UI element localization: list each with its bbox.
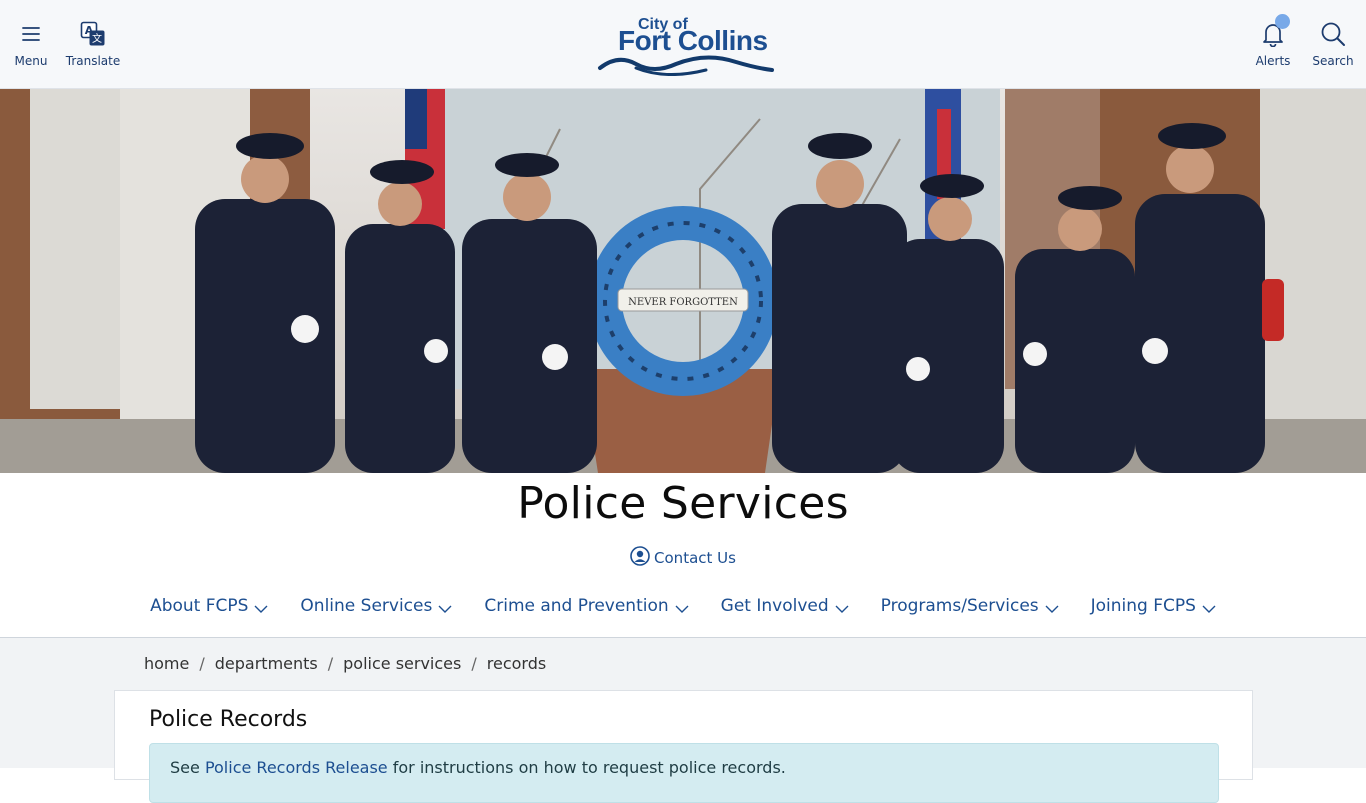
chevron-down-icon [835,599,849,619]
nav-item-get-involved[interactable]: Get Involved [705,590,865,637]
top-bar: Menu A 文 Translate City of Fort Collins [0,0,1366,89]
nav-item-joining-fcps[interactable]: Joining FCPS [1075,590,1232,637]
nav-item-programs-services[interactable]: Programs/Services [865,590,1075,637]
contact-us-label: Contact Us [654,549,736,567]
bell-icon [1262,14,1290,48]
info-alert: See Police Records Release for instructi… [149,743,1219,803]
nav-item-label: About FCPS [150,596,249,616]
nav-item-label: Joining FCPS [1090,596,1196,616]
svg-text:Fort Collins: Fort Collins [618,25,768,56]
section-nav: About FCPS Online Services Crime and Pre… [0,590,1366,638]
menu-label: Menu [14,54,48,68]
fort-collins-logo[interactable]: City of Fort Collins [596,10,780,77]
chevron-down-icon [1202,599,1216,619]
card-title: Police Records [149,707,308,732]
menu-icon [22,20,40,48]
search-icon [1320,20,1346,48]
nav-item-label: Crime and Prevention [484,596,669,616]
contact-us-link[interactable]: Contact Us [0,546,1366,570]
translate-button[interactable]: A 文 Translate [64,20,122,68]
svg-text:文: 文 [92,32,102,45]
chevron-down-icon [675,599,689,619]
nav-item-about-fcps[interactable]: About FCPS [134,590,284,637]
page-title: Police Services [517,478,849,529]
records-card: Police Records See Police Records Releas… [114,690,1253,803]
nav-item-label: Get Involved [720,596,829,616]
alerts-label: Alerts [1255,54,1291,68]
breadcrumb-current: records [486,654,547,673]
breadcrumb-police-services[interactable]: police services [343,654,461,673]
breadcrumb-separator: / [471,654,477,673]
nav-item-label: Programs/Services [880,596,1039,616]
breadcrumb: home / departments / police services / r… [144,654,546,673]
nav-item-crime-and-prevention[interactable]: Crime and Prevention [468,590,704,637]
search-label: Search [1312,54,1354,68]
menu-button[interactable]: Menu [12,20,50,68]
breadcrumb-home[interactable]: home [144,654,189,673]
breadcrumb-departments[interactable]: departments [215,654,318,673]
chevron-down-icon [438,599,452,619]
translate-label: Translate [65,54,121,68]
breadcrumb-separator: / [327,654,334,673]
nav-item-online-services[interactable]: Online Services [284,590,468,637]
translate-icon: A 文 [80,20,106,48]
nav-item-label: Online Services [300,596,433,616]
breadcrumb-separator: / [199,654,205,673]
alert-indicator [1275,14,1290,29]
user-circle-icon [630,546,650,570]
wreath-ribbon-text: NEVER FORGOTTEN [628,297,738,308]
search-button[interactable]: Search [1308,20,1358,68]
chevron-down-icon [1045,599,1059,619]
hero-image: NEVER FORGOTTEN [0,89,1366,473]
chevron-down-icon [254,599,268,619]
alerts-button[interactable]: Alerts [1252,14,1294,68]
